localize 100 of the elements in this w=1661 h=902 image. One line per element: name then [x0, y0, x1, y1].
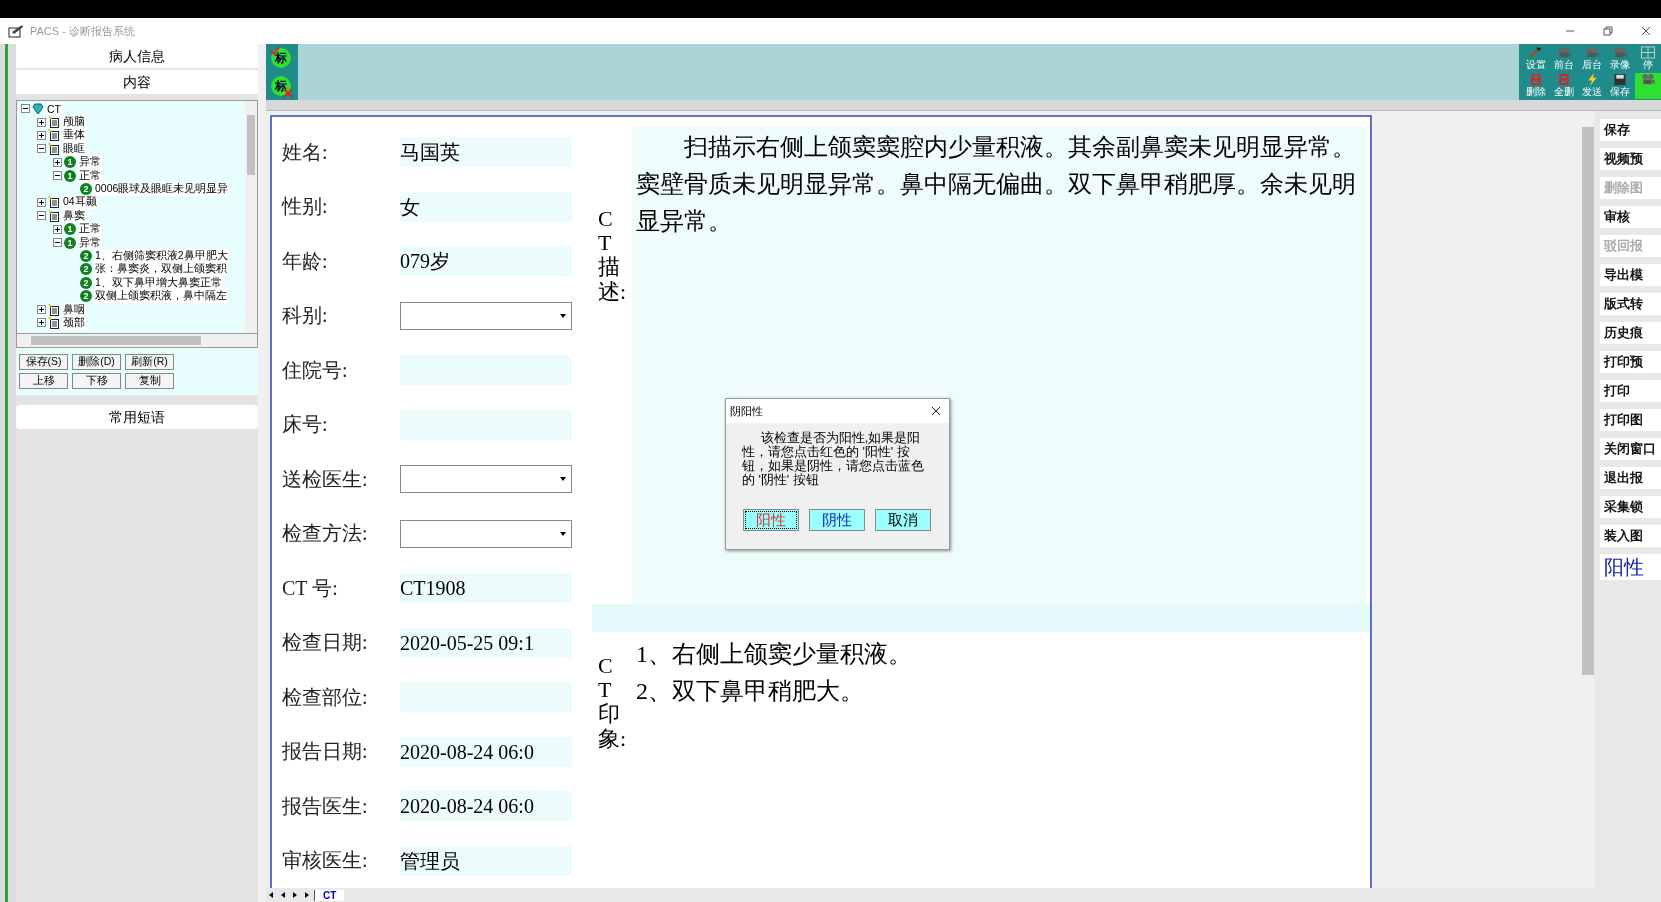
dialog-button[interactable]: 阴性	[809, 509, 865, 531]
expander-icon[interactable]	[37, 305, 46, 315]
sidebar-button[interactable]: 装入图	[1600, 525, 1661, 547]
tree-item[interactable]: 正常	[78, 222, 102, 237]
sidebar-button[interactable]: 历史痕	[1600, 322, 1661, 344]
input-field[interactable]: 2020-08-24 06:0	[400, 736, 572, 767]
dropdown-field[interactable]	[400, 519, 572, 548]
field-label: 姓名:	[282, 139, 329, 165]
camera-icon	[1612, 46, 1628, 59]
sidebar-button[interactable]: 打印预	[1600, 351, 1661, 373]
input-field[interactable]: 马国英	[400, 137, 572, 168]
document-icon	[48, 142, 60, 155]
dropdown-field[interactable]	[400, 465, 572, 494]
tree-item[interactable]: CT	[46, 102, 62, 115]
expander-icon[interactable]	[53, 238, 62, 248]
close-icon[interactable]	[931, 406, 941, 416]
toolbar-button[interactable]: 后台	[1579, 46, 1605, 71]
dialog-button[interactable]: 取消	[875, 509, 931, 531]
toolbar-button[interactable]: 停	[1635, 46, 1661, 71]
panel-button[interactable]: 保存(S)	[19, 354, 68, 370]
toolbar-button[interactable]: 设置	[1523, 46, 1549, 71]
grid-icon	[1640, 46, 1656, 59]
close-icon[interactable]	[1641, 26, 1651, 36]
sidebar-button[interactable]: 审核	[1600, 206, 1661, 228]
input-field[interactable]: 管理员	[400, 845, 572, 876]
toolbar-button[interactable]: 全删	[1551, 73, 1577, 99]
toolbar-button[interactable]: 删除	[1523, 73, 1549, 99]
marker-button[interactable]: 标	[271, 48, 291, 68]
sidebar-button[interactable]: 打印	[1600, 380, 1661, 402]
tree-item[interactable]: 双侧上颌窦积液，鼻中隔左	[94, 289, 228, 304]
tree-item[interactable]: 异常	[78, 155, 102, 170]
field-label: 报告日期:	[282, 739, 369, 765]
field-label: 性别:	[282, 194, 329, 220]
sidebar-button[interactable]: 版式转	[1600, 293, 1661, 315]
document-icon	[48, 129, 60, 142]
sidebar-button[interactable]: 退出报	[1600, 467, 1661, 489]
expander-icon[interactable]	[53, 171, 62, 181]
dropdown-field[interactable]	[400, 301, 572, 330]
toolbar-button[interactable]: 发送	[1579, 73, 1605, 99]
number-badge: 1	[64, 156, 76, 169]
number-badge: 1	[64, 236, 76, 249]
sheet-tab[interactable]: CT	[314, 889, 345, 901]
field-label: 检查日期:	[282, 630, 369, 656]
panel-header[interactable]: 病人信息	[16, 44, 258, 68]
field-label: 送检医生:	[282, 466, 369, 492]
sidebar-button[interactable]: 导出模	[1600, 264, 1661, 286]
window-title: PACS - 诊断报告系统	[30, 23, 135, 39]
tree-item[interactable]: 鼻咽	[62, 302, 86, 317]
marker-button[interactable]: 标	[271, 76, 291, 96]
toolbar-button[interactable]: 保存	[1607, 73, 1633, 99]
input-field[interactable]: 2020-05-25 09:1	[400, 627, 572, 658]
sidebar-button[interactable]: 打印图	[1600, 409, 1661, 431]
field-label: 审核医生:	[282, 848, 369, 874]
input-field[interactable]: 2020-08-24 06:0	[400, 791, 572, 822]
toolbar-button[interactable]: 前台	[1551, 46, 1577, 71]
expander-icon[interactable]	[21, 104, 30, 114]
expander-icon[interactable]	[37, 318, 46, 328]
panel-header[interactable]: 常用短语	[16, 405, 258, 429]
field-label: 住院号:	[282, 357, 349, 383]
input-field[interactable]: CT1908	[400, 573, 572, 604]
panel-button[interactable]: 删除(D)	[72, 354, 121, 370]
input-field[interactable]: 079岁	[400, 246, 572, 277]
dialog-button[interactable]: 阳性	[743, 509, 799, 531]
panel-header[interactable]: 内容	[16, 70, 258, 94]
panel-button[interactable]: 刷新(R)	[125, 354, 174, 370]
scrollbar[interactable]	[245, 101, 257, 333]
restore-icon[interactable]	[1603, 26, 1613, 36]
panel-button[interactable]: 复制	[125, 373, 174, 389]
expander-icon[interactable]	[37, 130, 46, 140]
tree-item[interactable]: 0006眼球及眼眶未见明显异	[94, 182, 230, 197]
number-badge: 1	[64, 169, 76, 182]
toolbar-button[interactable]: 录像	[1607, 46, 1633, 71]
expander-icon[interactable]	[53, 157, 62, 167]
sidebar-button[interactable]: 视频预	[1600, 148, 1661, 170]
field-label: 年龄:	[282, 248, 329, 274]
document-icon	[48, 209, 60, 222]
section-label: CT描述:	[597, 205, 628, 306]
sidebar-button[interactable]: 采集锁	[1600, 496, 1661, 518]
scrollbar[interactable]	[16, 334, 258, 348]
expander-icon[interactable]	[37, 211, 46, 221]
tree-item[interactable]: 1、右侧筛窦积液2鼻甲肥大	[94, 249, 229, 263]
field-label: CT 号:	[282, 575, 339, 601]
toolbar-button[interactable]	[1635, 73, 1661, 99]
expander-icon[interactable]	[37, 197, 46, 207]
tree-item[interactable]: 垂体	[62, 128, 86, 143]
panel-button[interactable]: 下移	[72, 373, 121, 389]
tree-item[interactable]: 04耳颞	[62, 195, 98, 210]
expander-icon[interactable]	[53, 224, 62, 234]
sidebar-button[interactable]: 保存	[1600, 119, 1661, 141]
dropdown-arrow-icon	[559, 476, 567, 483]
dropdown-arrow-icon	[559, 312, 567, 319]
input-field[interactable]: 女	[400, 191, 572, 222]
expander-icon[interactable]	[37, 117, 46, 127]
sidebar-button[interactable]: 关闭窗口	[1600, 438, 1661, 460]
tree-item[interactable]: 颅脑	[62, 115, 86, 130]
tree-item[interactable]: 张：鼻窦炎，双侧上颌窦积	[94, 262, 228, 277]
number-badge: 2	[80, 290, 92, 303]
panel-button[interactable]: 上移	[19, 373, 68, 389]
expander-icon[interactable]	[37, 144, 46, 154]
number-badge: 2	[80, 276, 92, 289]
